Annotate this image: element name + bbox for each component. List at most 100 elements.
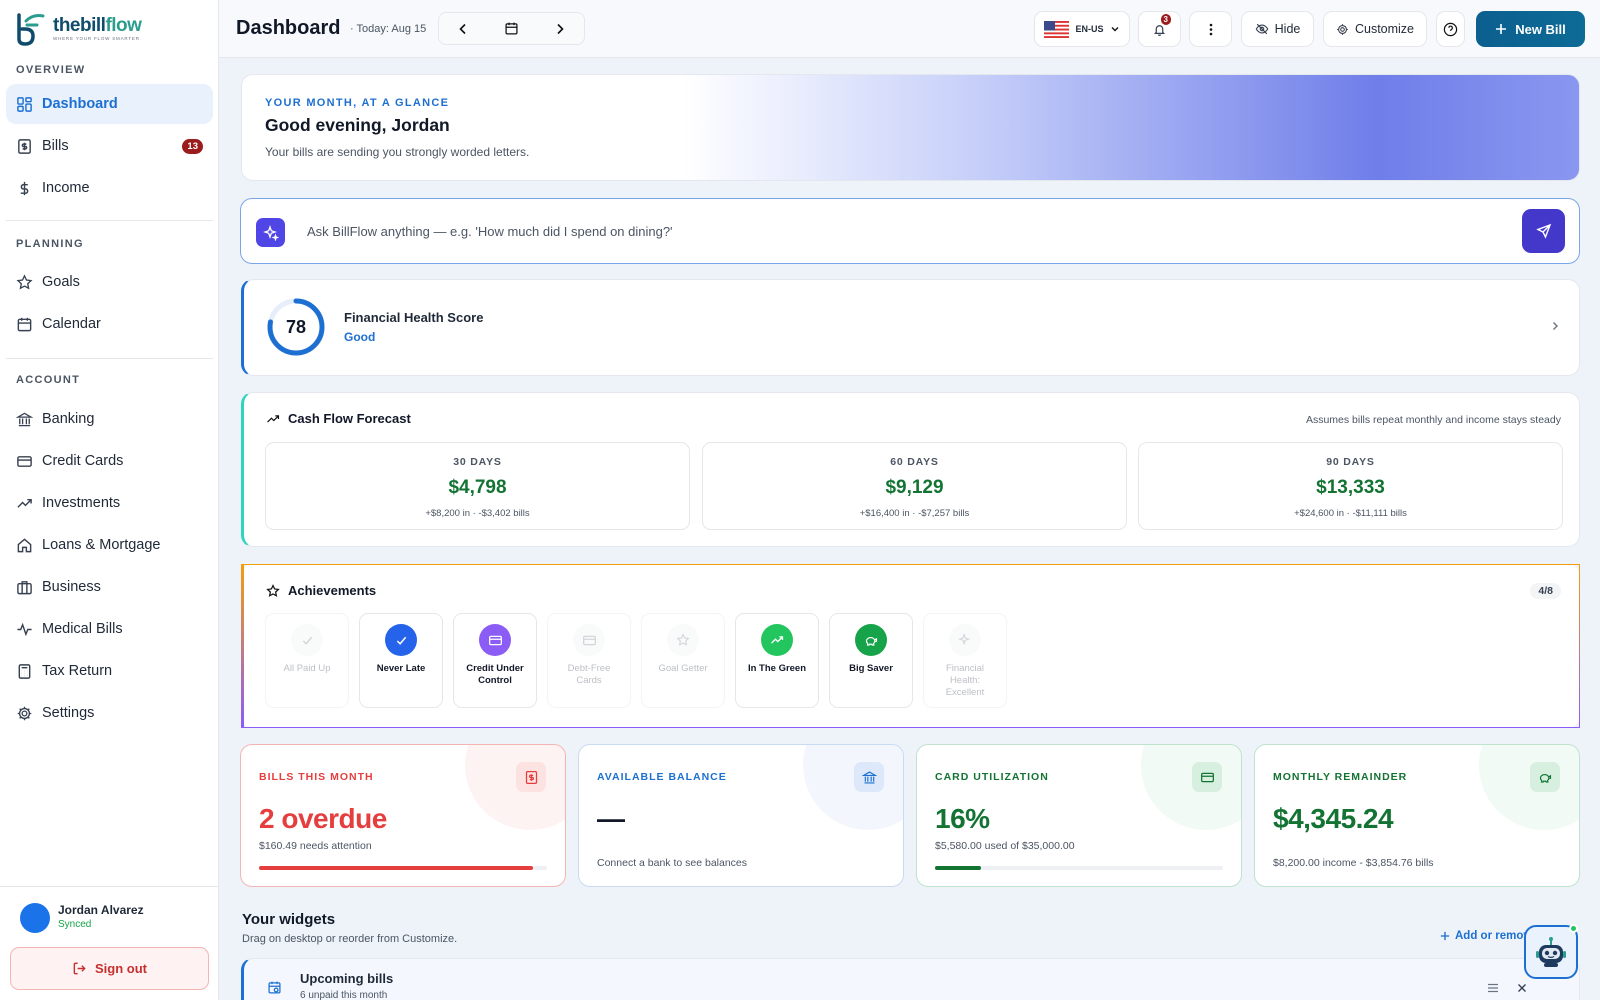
sync-status: Synced — [58, 919, 92, 930]
achievement-all-paid-up[interactable]: All Paid Up — [265, 613, 349, 708]
gear-icon — [17, 706, 32, 720]
sidebar-item-goals[interactable]: Goals — [6, 262, 213, 302]
stat-card-utilization[interactable]: CARD UTILIZATION 16% $5,580.00 used of $… — [916, 744, 1242, 887]
calendar-picker-button[interactable] — [504, 21, 519, 36]
forecast-30-days: 30 DAYS $4,798 +$8,200 in · -$3,402 bill… — [265, 442, 690, 530]
sidebar-item-settings[interactable]: Settings — [6, 693, 213, 733]
notifications-button[interactable]: 3 — [1138, 11, 1181, 47]
new-bill-button[interactable]: New Bill — [1476, 11, 1585, 47]
sidebar-item-label: Credit Cards — [42, 453, 124, 469]
sidebar-item-bills[interactable]: Bills 13 — [6, 126, 213, 166]
assistant-bot-button[interactable] — [1524, 924, 1578, 979]
sidebar-item-dashboard[interactable]: Dashboard — [6, 84, 213, 124]
sidebar-item-label: Tax Return — [42, 663, 113, 679]
cash-flow-title: Cash Flow Forecast — [288, 411, 411, 426]
stat-label: MONTHLY REMAINDER — [1273, 771, 1408, 783]
forecast-period-label: 30 DAYS — [453, 456, 502, 468]
chevron-right-icon — [1553, 322, 1558, 330]
drag-handle-icon[interactable] — [1487, 983, 1499, 993]
trend-up-icon — [761, 624, 793, 656]
stat-available-balance[interactable]: AVAILABLE BALANCE — Connect a bank to se… — [578, 744, 904, 887]
help-button[interactable] — [1436, 11, 1465, 47]
pulse-icon — [17, 622, 32, 636]
forecast-60-days: 60 DAYS $9,129 +$16,400 in · -$7,257 bil… — [702, 442, 1127, 530]
sign-out-label: Sign out — [95, 961, 147, 976]
sidebar-item-label: Business — [42, 579, 101, 595]
page-title: Dashboard — [236, 17, 341, 39]
achievement-in-the-green[interactable]: In The Green — [735, 613, 819, 708]
ask-input[interactable]: Ask BillFlow anything — e.g. 'How much d… — [307, 224, 673, 239]
greeting: Good evening, Jordan — [265, 115, 450, 135]
sidebar-item-label: Calendar — [42, 316, 101, 332]
stat-monthly-remainder[interactable]: MONTHLY REMAINDER $4,345.24 $8,200.00 in… — [1254, 744, 1580, 887]
stat-value: $4,345.24 — [1273, 803, 1394, 834]
section-label-overview: OVERVIEW — [16, 64, 86, 76]
sidebar-item-business[interactable]: Business — [6, 567, 213, 607]
close-icon[interactable] — [1517, 983, 1527, 993]
calendar-icon — [505, 22, 518, 35]
sidebar-divider — [6, 220, 213, 221]
stat-label: CARD UTILIZATION — [935, 771, 1049, 783]
achievement-name: Debt-Free Cards — [567, 663, 611, 686]
forecast-value: $4,798 — [448, 477, 507, 498]
achievement-financial-health-excellent[interactable]: Financial Health: Excellent — [923, 613, 1007, 708]
customize-button[interactable]: Customize — [1323, 11, 1427, 47]
sidebar-item-calendar[interactable]: Calendar — [6, 304, 213, 344]
forecast-period-label: 90 DAYS — [1326, 456, 1375, 468]
ask-billflow-bar[interactable]: Ask BillFlow anything — e.g. 'How much d… — [240, 198, 1580, 264]
financial-health-card[interactable]: 78 Financial Health Score Good — [241, 279, 1580, 376]
add-remove-widgets-button[interactable]: Add or remove — [1440, 930, 1536, 942]
gear-icon — [1337, 23, 1348, 35]
sidebar-item-medical-bills[interactable]: Medical Bills — [6, 609, 213, 649]
sidebar-item-tax-return[interactable]: Tax Return — [6, 651, 213, 691]
sidebar-item-loans[interactable]: Loans & Mortgage — [6, 525, 213, 565]
plus-icon — [1440, 931, 1450, 941]
widgets-title: Your widgets — [242, 911, 336, 928]
send-button[interactable] — [1522, 209, 1565, 253]
more-options-button[interactable] — [1189, 11, 1232, 47]
achievement-name: Financial Health: Excellent — [945, 663, 985, 698]
brand-tagline: WHERE YOUR FLOW SMARTER — [53, 36, 140, 42]
bank-icon — [16, 412, 33, 426]
achievement-never-late[interactable]: Never Late — [359, 613, 443, 708]
sidebar-item-label: Investments — [42, 495, 121, 511]
credit-card-icon — [573, 624, 605, 656]
achievement-name: In The Green — [747, 663, 807, 674]
sidebar-divider — [6, 358, 213, 359]
forecast-detail: +$8,200 in · -$3,402 bills — [425, 508, 530, 519]
sidebar-item-investments[interactable]: Investments — [6, 483, 213, 523]
sidebar-item-banking[interactable]: Banking — [6, 399, 213, 439]
achievement-debt-free-cards[interactable]: Debt-Free Cards — [547, 613, 631, 708]
next-date-button[interactable] — [553, 22, 567, 36]
achievement-name: All Paid Up — [283, 663, 331, 674]
bill-icon — [18, 138, 31, 154]
hide-button[interactable]: Hide — [1241, 11, 1314, 47]
brand-name: thebillflow — [53, 15, 142, 37]
top-header: Dashboard · Today: Aug 15 EN-US 3 Hide C… — [219, 0, 1600, 58]
sidebar-item-label: Banking — [42, 411, 95, 427]
more-vertical-icon — [1209, 23, 1212, 35]
trend-up-icon — [267, 414, 280, 423]
chevron-down-icon — [1111, 27, 1118, 32]
achievement-credit-under-control[interactable]: Credit Under Control — [453, 613, 537, 708]
sidebar-item-label: Goals — [42, 274, 80, 290]
locale-select[interactable]: EN-US — [1034, 11, 1130, 47]
user-profile[interactable]: Jordan Alvarez Synced — [0, 886, 219, 946]
brand-logo[interactable]: thebillflow WHERE YOUR FLOW SMARTER — [0, 0, 218, 58]
locale-label: EN-US — [1075, 24, 1104, 34]
trend-up-icon — [17, 498, 32, 508]
sidebar-item-credit-cards[interactable]: Credit Cards — [6, 441, 213, 481]
achievement-name: Never Late — [376, 663, 426, 674]
stat-bills-this-month[interactable]: BILLS THIS MONTH 2 overdue $160.49 needs… — [240, 744, 566, 887]
sidebar-item-label: Medical Bills — [42, 621, 123, 637]
forecast-value: $9,129 — [885, 477, 944, 498]
star-icon — [667, 624, 699, 656]
achievement-big-saver[interactable]: Big Saver — [829, 613, 913, 708]
date-navigator — [438, 12, 585, 45]
stat-label: BILLS THIS MONTH — [259, 771, 374, 783]
avatar — [20, 903, 50, 933]
prev-date-button[interactable] — [456, 22, 470, 36]
achievement-goal-getter[interactable]: Goal Getter — [641, 613, 725, 708]
sign-out-button[interactable]: Sign out — [10, 947, 209, 990]
sidebar-item-income[interactable]: Income — [6, 168, 213, 208]
